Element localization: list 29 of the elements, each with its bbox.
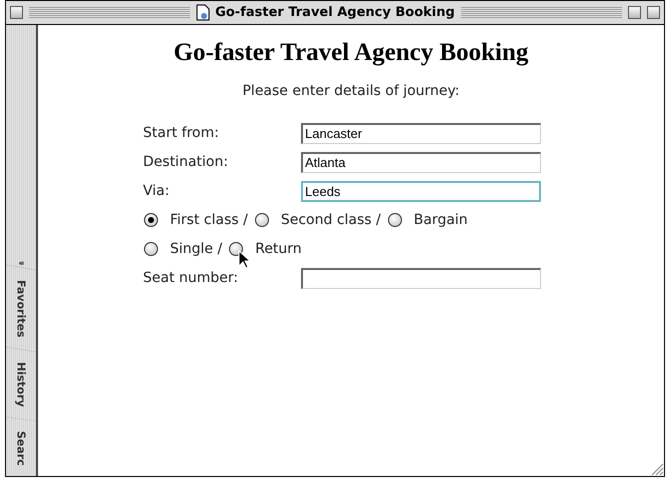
radio-label: Second class / (280, 212, 381, 228)
sidebar-tab[interactable]: Favorites (14, 270, 28, 348)
close-box[interactable] (10, 6, 23, 19)
field-label: Seat number: (143, 270, 240, 286)
intro-text: Please enter details of journey: (242, 83, 460, 99)
input-field[interactable]: Leeds (301, 180, 541, 202)
radio-button[interactable] (254, 213, 269, 227)
zoom-box[interactable] (628, 6, 642, 19)
radio-button[interactable] (144, 242, 158, 256)
mouse-cursor-icon (238, 250, 250, 269)
radio-label: First class / (170, 212, 248, 228)
input-field[interactable] (301, 268, 541, 288)
radio-label: Bargain (414, 212, 468, 228)
radio-button[interactable] (388, 213, 402, 227)
sidebar-tab[interactable]: Searc (14, 421, 28, 476)
sidebar-tab[interactable]: History (14, 352, 28, 417)
radio-label: Return (255, 241, 302, 257)
radio-button[interactable] (229, 242, 244, 256)
field-label: Start from: (143, 125, 220, 141)
field-label: Destination: (143, 154, 230, 170)
window-title: Go-faster Travel Agency Booking (215, 5, 455, 20)
collapse-box[interactable] (647, 6, 660, 19)
page-heading: Go-faster Travel Agency Booking (174, 39, 528, 67)
document-icon (196, 4, 210, 21)
radio-label: Single / (170, 241, 222, 257)
input-field[interactable]: Atlanta (301, 152, 541, 172)
input-field[interactable]: Lancaster (301, 122, 541, 144)
radio-button[interactable] (144, 213, 158, 227)
field-label: Via: (143, 183, 170, 199)
